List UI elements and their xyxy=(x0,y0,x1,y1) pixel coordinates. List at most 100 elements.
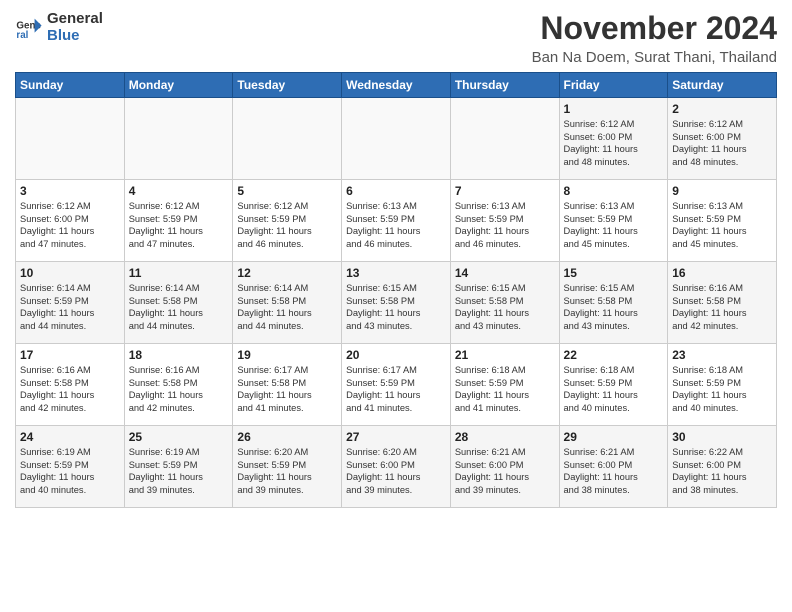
day-number: 16 xyxy=(672,266,772,280)
day-number: 6 xyxy=(346,184,446,198)
day-number: 9 xyxy=(672,184,772,198)
day-info: Sunrise: 6:15 AM Sunset: 5:58 PM Dayligh… xyxy=(346,282,446,332)
calendar-cell: 1 Sunrise: 6:12 AM Sunset: 6:00 PM Daylig… xyxy=(559,98,668,180)
day-number: 2 xyxy=(672,102,772,116)
day-info: Sunrise: 6:21 AM Sunset: 6:00 PM Dayligh… xyxy=(564,446,664,496)
day-info: Sunrise: 6:12 AM Sunset: 6:00 PM Dayligh… xyxy=(20,200,120,250)
calendar-week-3: 10Sunrise: 6:14 AM Sunset: 5:59 PM Dayli… xyxy=(16,262,777,344)
day-number: 24 xyxy=(20,430,120,444)
day-info: Sunrise: 6:14 AM Sunset: 5:58 PM Dayligh… xyxy=(237,282,337,332)
calendar-cell: 17 Sunrise: 6:16 AM Sunset: 5:58 PM Dayli… xyxy=(16,344,125,426)
day-number: 12 xyxy=(237,266,337,280)
calendar-cell: 18 Sunrise: 6:16 AM Sunset: 5:58 PM Dayli… xyxy=(124,344,233,426)
day-info: Sunrise: 6:15 AM Sunset: 5:58 PM Dayligh… xyxy=(564,282,664,332)
day-info: Sunrise: 6:12 AM Sunset: 5:59 PM Dayligh… xyxy=(237,200,337,250)
day-number: 7 xyxy=(455,184,555,198)
calendar-cell: 24 Sunrise: 6:19 AM Sunset: 5:59 PM Dayli… xyxy=(16,426,125,508)
calendar-week-5: 24 Sunrise: 6:19 AM Sunset: 5:59 PM Dayli… xyxy=(16,426,777,508)
day-info: Sunrise: 6:12 AM Sunset: 6:00 PM Dayligh… xyxy=(564,118,664,168)
calendar-cell: 28 Sunrise: 6:21 AM Sunset: 6:00 PM Dayli… xyxy=(450,426,559,508)
location-subtitle: Ban Na Doem, Surat Thani, Thailand xyxy=(532,49,777,66)
weekday-header-thursday: Thursday xyxy=(450,73,559,98)
day-number: 11 xyxy=(129,266,229,280)
calendar-week-4: 17 Sunrise: 6:16 AM Sunset: 5:58 PM Dayli… xyxy=(16,344,777,426)
calendar-cell: 27Sunrise: 6:20 AM Sunset: 6:00 PM Dayli… xyxy=(342,426,451,508)
day-number: 27 xyxy=(346,430,446,444)
day-number: 23 xyxy=(672,348,772,362)
calendar-cell: 26Sunrise: 6:20 AM Sunset: 5:59 PM Dayli… xyxy=(233,426,342,508)
svg-text:ral: ral xyxy=(16,30,28,41)
day-number: 30 xyxy=(672,430,772,444)
day-number: 22 xyxy=(564,348,664,362)
page-header: Gene ral General Blue November 2024 Ban … xyxy=(15,10,777,66)
day-number: 20 xyxy=(346,348,446,362)
weekday-header-wednesday: Wednesday xyxy=(342,73,451,98)
calendar-cell xyxy=(342,98,451,180)
calendar-cell: 3Sunrise: 6:12 AM Sunset: 6:00 PM Daylig… xyxy=(16,180,125,262)
day-info: Sunrise: 6:16 AM Sunset: 5:58 PM Dayligh… xyxy=(129,364,229,414)
calendar-cell: 23 Sunrise: 6:18 AM Sunset: 5:59 PM Dayli… xyxy=(668,344,777,426)
weekday-header-tuesday: Tuesday xyxy=(233,73,342,98)
day-number: 28 xyxy=(455,430,555,444)
day-info: Sunrise: 6:13 AM Sunset: 5:59 PM Dayligh… xyxy=(346,200,446,250)
calendar-cell: 5 Sunrise: 6:12 AM Sunset: 5:59 PM Daylig… xyxy=(233,180,342,262)
calendar-table: SundayMondayTuesdayWednesdayThursdayFrid… xyxy=(15,72,777,508)
day-info: Sunrise: 6:12 AM Sunset: 6:00 PM Dayligh… xyxy=(672,118,772,168)
day-info: Sunrise: 6:18 AM Sunset: 5:59 PM Dayligh… xyxy=(672,364,772,414)
weekday-header-sunday: Sunday xyxy=(16,73,125,98)
calendar-cell: 21Sunrise: 6:18 AM Sunset: 5:59 PM Dayli… xyxy=(450,344,559,426)
calendar-cell: 14 Sunrise: 6:15 AM Sunset: 5:58 PM Dayli… xyxy=(450,262,559,344)
day-info: Sunrise: 6:14 AM Sunset: 5:59 PM Dayligh… xyxy=(20,282,120,332)
day-number: 5 xyxy=(237,184,337,198)
logo-text-line2: Blue xyxy=(47,27,103,44)
calendar-cell: 7Sunrise: 6:13 AM Sunset: 5:59 PM Daylig… xyxy=(450,180,559,262)
logo-text-line1: General xyxy=(47,10,103,27)
day-number: 15 xyxy=(564,266,664,280)
calendar-cell: 2 Sunrise: 6:12 AM Sunset: 6:00 PM Daylig… xyxy=(668,98,777,180)
day-info: Sunrise: 6:19 AM Sunset: 5:59 PM Dayligh… xyxy=(20,446,120,496)
calendar-cell xyxy=(233,98,342,180)
day-info: Sunrise: 6:16 AM Sunset: 5:58 PM Dayligh… xyxy=(20,364,120,414)
logo: Gene ral General Blue xyxy=(15,10,103,45)
calendar-cell: 29 Sunrise: 6:21 AM Sunset: 6:00 PM Dayli… xyxy=(559,426,668,508)
day-number: 14 xyxy=(455,266,555,280)
calendar-cell: 15 Sunrise: 6:15 AM Sunset: 5:58 PM Dayli… xyxy=(559,262,668,344)
calendar-cell: 8Sunrise: 6:13 AM Sunset: 5:59 PM Daylig… xyxy=(559,180,668,262)
weekday-header-friday: Friday xyxy=(559,73,668,98)
day-info: Sunrise: 6:14 AM Sunset: 5:58 PM Dayligh… xyxy=(129,282,229,332)
day-number: 29 xyxy=(564,430,664,444)
day-info: Sunrise: 6:13 AM Sunset: 5:59 PM Dayligh… xyxy=(564,200,664,250)
logo-icon: Gene ral xyxy=(15,13,43,41)
day-number: 18 xyxy=(129,348,229,362)
month-title: November 2024 xyxy=(532,10,777,47)
day-number: 17 xyxy=(20,348,120,362)
calendar-cell xyxy=(16,98,125,180)
day-info: Sunrise: 6:13 AM Sunset: 5:59 PM Dayligh… xyxy=(672,200,772,250)
calendar-cell: 25 Sunrise: 6:19 AM Sunset: 5:59 PM Dayli… xyxy=(124,426,233,508)
calendar-cell: 12 Sunrise: 6:14 AM Sunset: 5:58 PM Dayli… xyxy=(233,262,342,344)
day-info: Sunrise: 6:12 AM Sunset: 5:59 PM Dayligh… xyxy=(129,200,229,250)
calendar-cell: 19Sunrise: 6:17 AM Sunset: 5:58 PM Dayli… xyxy=(233,344,342,426)
day-number: 26 xyxy=(237,430,337,444)
calendar-cell xyxy=(124,98,233,180)
day-info: Sunrise: 6:18 AM Sunset: 5:59 PM Dayligh… xyxy=(564,364,664,414)
calendar-week-2: 3Sunrise: 6:12 AM Sunset: 6:00 PM Daylig… xyxy=(16,180,777,262)
calendar-cell: 10Sunrise: 6:14 AM Sunset: 5:59 PM Dayli… xyxy=(16,262,125,344)
day-info: Sunrise: 6:19 AM Sunset: 5:59 PM Dayligh… xyxy=(129,446,229,496)
calendar-cell: 16 Sunrise: 6:16 AM Sunset: 5:58 PM Dayli… xyxy=(668,262,777,344)
calendar-header-row: SundayMondayTuesdayWednesdayThursdayFrid… xyxy=(16,73,777,98)
day-info: Sunrise: 6:21 AM Sunset: 6:00 PM Dayligh… xyxy=(455,446,555,496)
calendar-cell xyxy=(450,98,559,180)
day-info: Sunrise: 6:18 AM Sunset: 5:59 PM Dayligh… xyxy=(455,364,555,414)
day-info: Sunrise: 6:16 AM Sunset: 5:58 PM Dayligh… xyxy=(672,282,772,332)
calendar-cell: 20 Sunrise: 6:17 AM Sunset: 5:59 PM Dayli… xyxy=(342,344,451,426)
calendar-week-1: 1 Sunrise: 6:12 AM Sunset: 6:00 PM Daylig… xyxy=(16,98,777,180)
day-info: Sunrise: 6:15 AM Sunset: 5:58 PM Dayligh… xyxy=(455,282,555,332)
day-number: 4 xyxy=(129,184,229,198)
day-info: Sunrise: 6:17 AM Sunset: 5:59 PM Dayligh… xyxy=(346,364,446,414)
day-number: 1 xyxy=(564,102,664,116)
day-number: 25 xyxy=(129,430,229,444)
calendar-cell: 30Sunrise: 6:22 AM Sunset: 6:00 PM Dayli… xyxy=(668,426,777,508)
day-number: 19 xyxy=(237,348,337,362)
weekday-header-saturday: Saturday xyxy=(668,73,777,98)
